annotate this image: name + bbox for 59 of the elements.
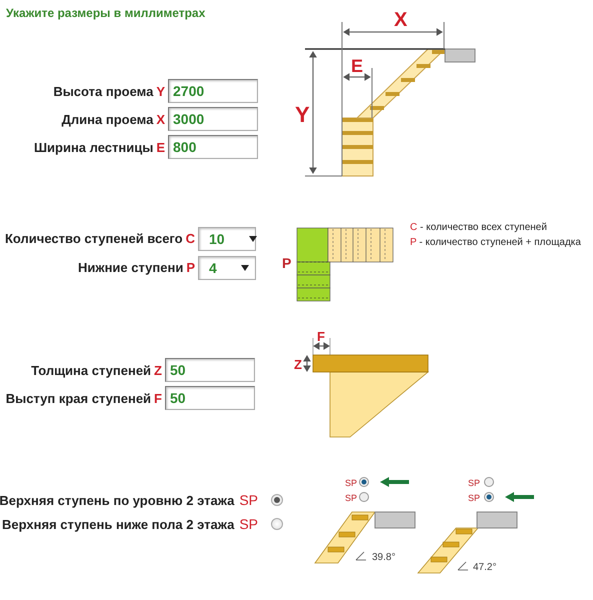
variable-letter: SP bbox=[239, 492, 258, 508]
field-label: Верхняя ступень ниже пола 2 этажа bbox=[2, 516, 234, 532]
dimension-label: P bbox=[282, 255, 292, 271]
radio-button[interactable] bbox=[484, 492, 494, 502]
caret-icon bbox=[248, 236, 257, 242]
option-letter: SP bbox=[345, 478, 358, 488]
radio-button[interactable] bbox=[271, 518, 283, 530]
dimension-arrow bbox=[343, 73, 371, 81]
dimension-label: E bbox=[351, 56, 364, 76]
radio-button[interactable] bbox=[484, 477, 494, 487]
variable-letter: C bbox=[186, 231, 195, 246]
variable-letter: E bbox=[156, 140, 165, 154]
variable-letter: SP bbox=[239, 516, 258, 532]
dropdown[interactable]: 10 bbox=[198, 226, 256, 250]
option-letter: SP bbox=[345, 493, 358, 503]
variable-letter: Y bbox=[156, 84, 165, 98]
radio-button[interactable] bbox=[359, 492, 369, 502]
input-field[interactable]: 800 bbox=[168, 135, 258, 159]
dimension-label: Y bbox=[295, 102, 310, 127]
input-field[interactable]: 3000 bbox=[168, 107, 258, 131]
option-letter: SP bbox=[468, 493, 480, 503]
field-label: Верхняя ступень по уровню 2 этажа bbox=[0, 492, 234, 508]
legend-text: P - количество ступеней + площадка bbox=[410, 236, 581, 250]
field-label: Выступ края ступеней bbox=[6, 390, 152, 406]
field-label: Длина проема bbox=[62, 112, 154, 126]
variable-letter: X bbox=[156, 112, 165, 126]
input-field[interactable]: 50 bbox=[165, 358, 255, 382]
angle-icon bbox=[458, 562, 468, 570]
field-label: Высота проема bbox=[53, 84, 154, 98]
dimension-arrow bbox=[313, 342, 330, 350]
angle-value: 39.8° bbox=[372, 552, 396, 563]
field-label: Нижние ступени bbox=[78, 260, 184, 275]
floor-slab bbox=[476, 512, 518, 528]
dimension-label: F bbox=[317, 329, 325, 344]
variable-letter: Z bbox=[154, 362, 162, 378]
variable-letter: F bbox=[154, 390, 162, 406]
floor-slab bbox=[444, 48, 476, 62]
radio-button[interactable] bbox=[271, 494, 283, 506]
legend-text: C - количество всех ступеней bbox=[410, 221, 548, 235]
dimension-arrow bbox=[303, 355, 311, 372]
field-label: Ширина лестницы bbox=[34, 140, 154, 154]
dimension-label: X bbox=[394, 9, 408, 31]
arrow-icon bbox=[505, 492, 534, 502]
radio-button[interactable] bbox=[359, 477, 369, 487]
angle-value: 47.2° bbox=[473, 562, 496, 573]
floor-slab bbox=[374, 512, 416, 528]
field-label: Количество ступеней всего bbox=[5, 231, 183, 246]
variable-letter: P bbox=[186, 260, 195, 275]
arrow-icon bbox=[380, 477, 409, 487]
input-field[interactable]: 2700 bbox=[168, 79, 258, 103]
angle-icon bbox=[356, 552, 366, 560]
section-heading: Укажите размеры в миллиметрах bbox=[6, 6, 206, 22]
dropdown[interactable]: 4 bbox=[198, 256, 256, 280]
caret-icon bbox=[241, 264, 249, 270]
dimension-label: Z bbox=[294, 357, 302, 372]
extension-line bbox=[312, 338, 314, 356]
input-field[interactable]: 50 bbox=[165, 386, 255, 410]
field-label: Толщина ступеней bbox=[31, 362, 152, 378]
option-letter: SP bbox=[468, 478, 480, 488]
